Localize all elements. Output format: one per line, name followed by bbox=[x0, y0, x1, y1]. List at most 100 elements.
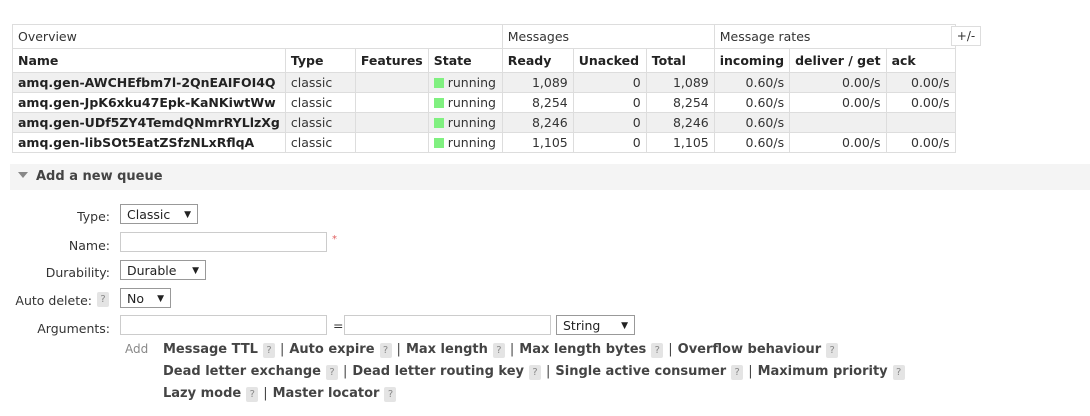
separator: | bbox=[342, 364, 348, 379]
shortcut-max-length[interactable]: Max length bbox=[406, 342, 488, 357]
queue-incoming: 0.60/s bbox=[713, 92, 791, 113]
collapse-triangle-icon bbox=[18, 172, 28, 178]
col-state[interactable]: State bbox=[427, 48, 503, 73]
queue-ack bbox=[885, 112, 956, 133]
table-row[interactable]: amq.gen-JpK6xku47Epk-KaNKiwtWw classic r… bbox=[12, 92, 956, 113]
queue-unacked: 0 bbox=[572, 92, 647, 113]
auto-delete-help-icon[interactable]: ? bbox=[97, 292, 109, 307]
help-icon[interactable]: ? bbox=[826, 343, 839, 358]
queues-table: Overview Messages Message rates Name Typ… bbox=[12, 24, 956, 153]
durability-select-value: Durable bbox=[127, 263, 177, 278]
type-select-value: Classic bbox=[127, 207, 171, 222]
table-row[interactable]: amq.gen-AWCHEfbm7l-2QnEAIFOI4Q classic r… bbox=[12, 72, 956, 93]
queue-name-link[interactable]: amq.gen-AWCHEfbm7l-2QnEAIFOI4Q bbox=[12, 72, 286, 93]
shortcut-maximum-priority[interactable]: Maximum priority bbox=[758, 364, 888, 379]
col-name[interactable]: Name bbox=[12, 48, 286, 73]
col-deliver-get[interactable]: deliver / get bbox=[789, 48, 887, 73]
queue-ack: 0.00/s bbox=[885, 72, 956, 93]
add-queue-section-toggle[interactable]: Add a new queue bbox=[10, 164, 1090, 190]
col-total[interactable]: Total bbox=[645, 48, 715, 73]
queue-features bbox=[354, 72, 429, 93]
help-icon[interactable]: ? bbox=[246, 387, 259, 402]
argument-shortcuts-line-2: Dead letter exchange? | Dead letter routin… bbox=[163, 364, 905, 380]
argument-shortcuts-line-1: Message TTL? | Auto expire? | Max length? | Ma… bbox=[163, 342, 839, 358]
type-label: Type: bbox=[77, 209, 110, 224]
shortcut-max-length-bytes[interactable]: Max length bytes bbox=[519, 342, 646, 357]
queue-deliver-get: 0.00/s bbox=[789, 72, 887, 93]
queue-state-label: running bbox=[447, 115, 496, 130]
queue-unacked: 0 bbox=[572, 132, 647, 153]
separator: | bbox=[279, 342, 285, 357]
queue-name-link[interactable]: amq.gen-JpK6xku47Epk-KaNKiwtWw bbox=[12, 92, 286, 113]
auto-delete-label: Auto delete: bbox=[15, 293, 92, 308]
table-column-header: Name Type Features State Ready Unacked T… bbox=[12, 48, 956, 73]
queue-incoming: 0.60/s bbox=[713, 132, 791, 153]
queue-deliver-get: 0.00/s bbox=[789, 132, 887, 153]
name-input[interactable] bbox=[120, 232, 327, 252]
argument-key-input[interactable] bbox=[120, 315, 327, 335]
col-ready[interactable]: Ready bbox=[501, 48, 574, 73]
help-icon[interactable]: ? bbox=[528, 365, 541, 380]
chevron-down-icon: ▼ bbox=[192, 266, 199, 276]
add-queue-title: Add a new queue bbox=[36, 169, 163, 184]
col-unacked[interactable]: Unacked bbox=[572, 48, 647, 73]
col-ack[interactable]: ack bbox=[885, 48, 956, 73]
shortcut-auto-expire[interactable]: Auto expire bbox=[289, 342, 374, 357]
message-rates-group-header: Message rates bbox=[713, 24, 956, 49]
help-icon[interactable]: ? bbox=[325, 365, 338, 380]
queue-total: 1,105 bbox=[645, 132, 715, 153]
shortcut-overflow-behaviour[interactable]: Overflow behaviour bbox=[678, 342, 822, 357]
shortcut-message-ttl[interactable]: Message TTL bbox=[163, 342, 258, 357]
queue-state: running bbox=[427, 72, 503, 93]
queue-state: running bbox=[427, 92, 503, 113]
running-status-icon bbox=[433, 138, 444, 148]
shortcut-master-locator[interactable]: Master locator bbox=[273, 386, 380, 401]
messages-group-header: Messages bbox=[501, 24, 715, 49]
auto-delete-select-value: No bbox=[127, 291, 144, 306]
queue-deliver-get: 0.00/s bbox=[789, 92, 887, 113]
help-icon[interactable]: ? bbox=[651, 343, 664, 358]
separator: | bbox=[668, 342, 673, 357]
help-icon[interactable]: ? bbox=[731, 365, 744, 380]
type-select[interactable]: Classic ▼ bbox=[120, 204, 198, 224]
shortcut-dead-letter-exchange[interactable]: Dead letter exchange bbox=[163, 364, 321, 379]
equals-sign: = bbox=[333, 318, 344, 333]
queue-type: classic bbox=[284, 132, 356, 153]
queue-unacked: 0 bbox=[572, 112, 647, 133]
queue-name-link[interactable]: amq.gen-UDf5ZY4TemdQNmrRYLlzXg bbox=[12, 112, 286, 133]
queue-total: 1,089 bbox=[645, 72, 715, 93]
queue-deliver-get bbox=[789, 112, 887, 133]
table-row[interactable]: amq.gen-libSOt5EatZSfzNLxRflqA classic r… bbox=[12, 132, 956, 153]
separator: | bbox=[396, 342, 401, 357]
col-type[interactable]: Type bbox=[284, 48, 356, 73]
queue-type: classic bbox=[284, 112, 356, 133]
table-row[interactable]: amq.gen-UDf5ZY4TemdQNmrRYLlzXg classic r… bbox=[12, 112, 956, 133]
argument-type-select[interactable]: String ▼ bbox=[556, 315, 635, 335]
queue-total: 8,254 bbox=[645, 92, 715, 113]
queue-incoming: 0.60/s bbox=[713, 112, 791, 133]
queue-ack: 0.00/s bbox=[885, 92, 956, 113]
queue-ready: 1,105 bbox=[501, 132, 574, 153]
queue-type: classic bbox=[284, 92, 356, 113]
required-marker: * bbox=[332, 234, 337, 245]
chevron-down-icon: ▼ bbox=[184, 210, 191, 220]
help-icon[interactable]: ? bbox=[262, 343, 275, 358]
shortcut-single-active-consumer[interactable]: Single active consumer bbox=[555, 364, 726, 379]
shortcut-dead-letter-routing-key[interactable]: Dead letter routing key bbox=[352, 364, 524, 379]
queue-state: running bbox=[427, 132, 503, 153]
help-icon[interactable]: ? bbox=[892, 365, 905, 380]
durability-select[interactable]: Durable ▼ bbox=[120, 260, 206, 280]
help-icon[interactable]: ? bbox=[492, 343, 505, 358]
argument-value-input[interactable] bbox=[344, 315, 551, 335]
column-options-button[interactable]: +/- bbox=[951, 26, 981, 46]
queue-name-link[interactable]: amq.gen-libSOt5EatZSfzNLxRflqA bbox=[12, 132, 286, 153]
auto-delete-select[interactable]: No ▼ bbox=[120, 288, 171, 308]
col-incoming[interactable]: incoming bbox=[713, 48, 791, 73]
argument-shortcuts-line-3: Lazy mode? | Master locator? bbox=[163, 386, 397, 402]
help-icon[interactable]: ? bbox=[379, 343, 392, 358]
running-status-icon bbox=[433, 118, 444, 128]
shortcut-lazy-mode[interactable]: Lazy mode bbox=[163, 386, 241, 401]
separator: | bbox=[748, 364, 753, 379]
col-features[interactable]: Features bbox=[354, 48, 429, 73]
help-icon[interactable]: ? bbox=[384, 387, 397, 402]
